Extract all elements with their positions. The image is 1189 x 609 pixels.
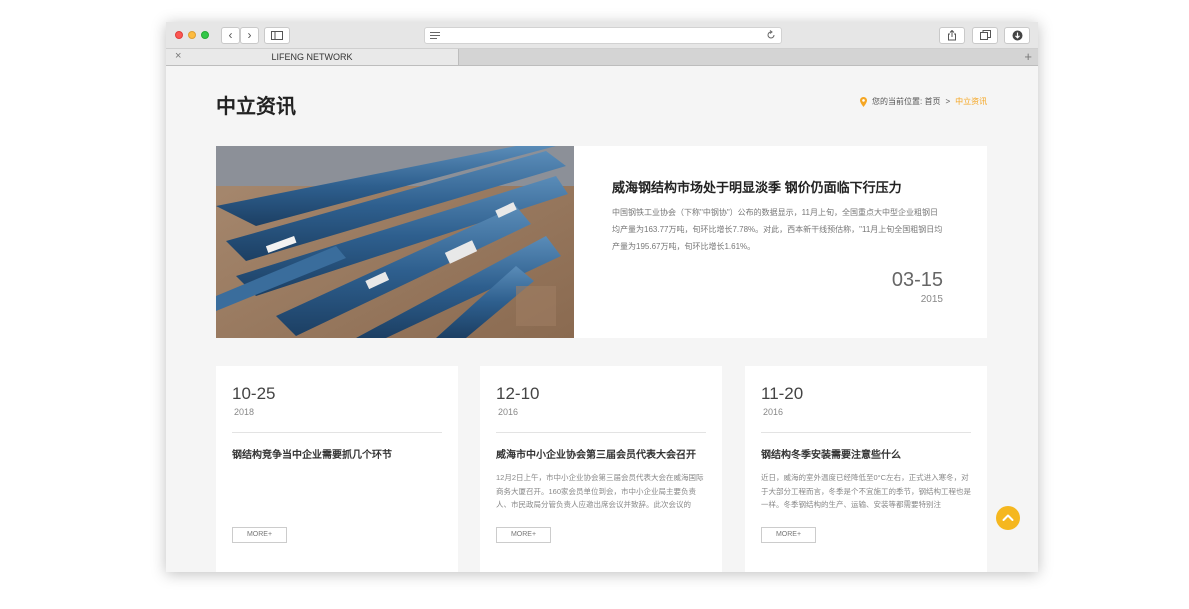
chevron-up-icon [1002,514,1014,521]
browser-window: ‹ › × LIFENG NETWORK + 中立资讯 您的当前位置: 首页 >… [166,22,1038,572]
news-summary [232,471,444,513]
forward-button[interactable]: › [240,27,259,44]
page-content: 中立资讯 您的当前位置: 首页 > 中立资讯 威海钢结构市场处于明显淡季 钢价仍… [166,66,1038,572]
close-window-button[interactable] [175,31,183,39]
featured-news-image[interactable] [216,146,574,338]
new-tab-button[interactable]: + [1024,49,1032,64]
news-summary: 近日，威海的室外温度已经降低至0°C左右，正式进入寒冬，对于大部分工程而言，冬季… [761,473,971,509]
news-card[interactable]: 11-20 2016 钢结构冬季安装需要注意些什么 近日，威海的室外温度已经降低… [745,366,987,572]
featured-news-summary: 中国钢铁工业协会（下称"中钢协"）公布的数据显示，11月上旬，全国重点大中型企业… [612,208,943,251]
news-year: 2018 [234,407,255,417]
divider [761,432,971,433]
more-button[interactable]: MORE+ [496,527,551,543]
more-button[interactable]: MORE+ [761,527,816,543]
tab-bar: × LIFENG NETWORK + [166,49,1038,66]
news-title[interactable]: 钢结构竞争当中企业需要抓几个环节 [232,446,392,461]
breadcrumb: 您的当前位置: 首页 > 中立资讯 [860,96,987,107]
sidebar-icon [271,31,283,40]
downloads-button[interactable] [1004,27,1030,44]
reload-icon[interactable] [766,30,776,40]
share-button[interactable] [939,27,965,44]
breadcrumb-home-link[interactable]: 首页 [924,97,940,106]
news-summary: 12月2日上午，市中小企业协会第三届会员代表大会在威海国际商务大厦召开。160家… [496,473,704,509]
download-icon [1012,30,1022,41]
news-title[interactable]: 威海市中小企业协会第三届会员代表大会召开 [496,446,696,461]
featured-news-title[interactable]: 威海钢结构市场处于明显淡季 钢价仍面临下行压力 [612,177,902,196]
breadcrumb-separator: > [945,97,951,106]
sidebar-toggle-button[interactable] [264,27,290,44]
back-button[interactable]: ‹ [221,27,240,44]
news-date: 10-25 [232,384,276,403]
more-button[interactable]: MORE+ [232,527,287,543]
reader-icon[interactable] [430,32,440,39]
divider [496,432,706,433]
news-date: 11-20 [761,384,804,403]
share-icon [948,29,956,41]
minimize-window-button[interactable] [188,31,196,39]
breadcrumb-prefix: 您的当前位置: [872,97,923,106]
tab-lifeng-network[interactable]: × LIFENG NETWORK [166,49,459,65]
news-title[interactable]: 钢结构冬季安装需要注意些什么 [761,446,901,461]
browser-toolbar: ‹ › [166,22,1038,49]
divider [232,432,442,433]
breadcrumb-current: 中立资讯 [955,97,988,106]
featured-news-date: 03-15 [891,269,943,291]
featured-news-year: 2015 [920,294,943,305]
news-card[interactable]: 12-10 2016 威海市中小企业协会第三届会员代表大会召开 12月2日上午，… [480,366,722,572]
tabs-icon [979,30,991,40]
featured-news-card[interactable]: 威海钢结构市场处于明显淡季 钢价仍面临下行压力 中国钢铁工业协会（下称"中钢协"… [216,146,987,338]
news-year: 2016 [498,407,519,417]
tabs-overview-button[interactable] [972,27,998,44]
location-pin-icon [860,96,867,107]
tab-title: LIFENG NETWORK [271,52,353,62]
address-bar[interactable] [424,27,782,44]
maximize-window-button[interactable] [201,31,209,39]
news-card[interactable]: 10-25 2018 钢结构竞争当中企业需要抓几个环节 MORE+ [216,366,458,572]
news-year: 2016 [763,407,784,417]
news-date: 12-10 [496,384,540,403]
page-title: 中立资讯 [216,96,296,118]
scroll-to-top-button[interactable] [996,506,1020,530]
